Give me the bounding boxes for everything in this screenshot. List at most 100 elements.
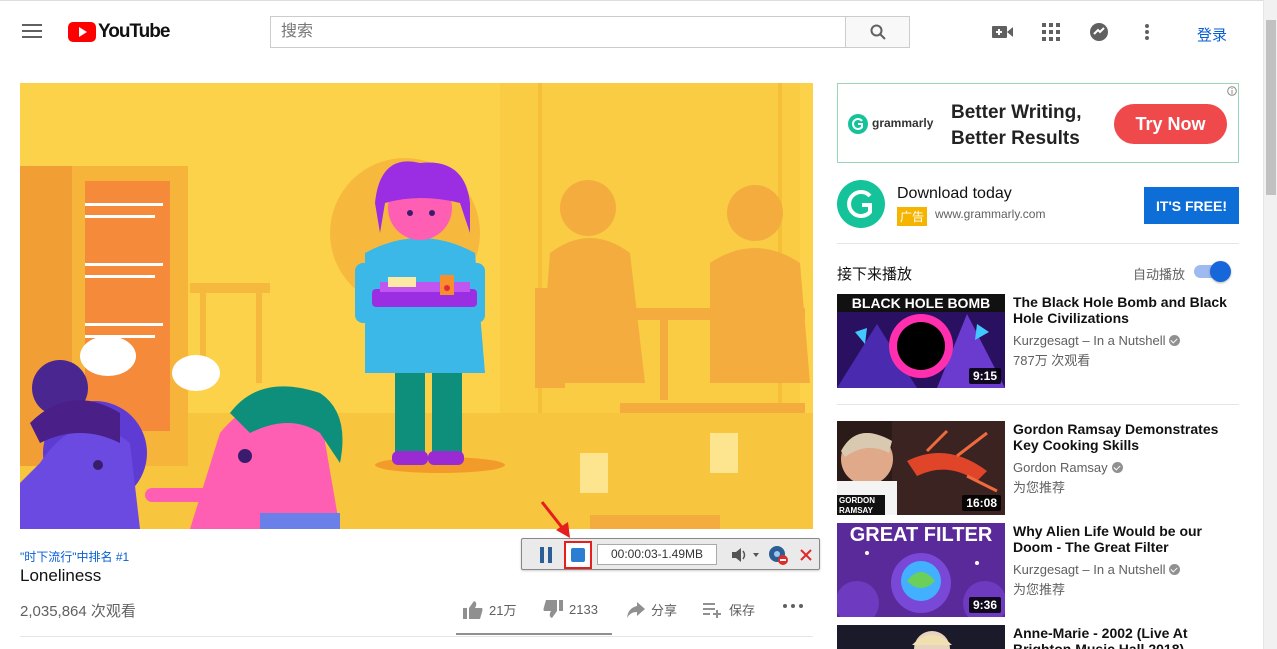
recommendation-meta: 787万 次观看 xyxy=(1013,353,1091,368)
video-thumbnail[interactable]: BLACK HOLE BOMB 9:15 xyxy=(837,294,1005,388)
like-count: 21万 xyxy=(489,603,517,618)
video-frame-illustration xyxy=(20,83,813,529)
scrollbar-thumb[interactable] xyxy=(1266,20,1276,195)
webcam-off-icon[interactable] xyxy=(767,544,789,566)
recording-timer: 00:00:03-1.49MB xyxy=(597,544,717,565)
sidebar-divider xyxy=(837,404,1239,405)
messages-icon[interactable] xyxy=(1088,21,1110,43)
video-thumbnail[interactable] xyxy=(837,625,1005,649)
video-duration: 9:36 xyxy=(968,597,1001,613)
its-free-button[interactable]: IT'S FREE! xyxy=(1144,187,1239,224)
ad-headline-line2: Better Results xyxy=(951,128,1080,149)
dislike-button[interactable]: 2133 xyxy=(543,600,598,618)
more-options-icon[interactable] xyxy=(1136,21,1158,43)
video-player[interactable] xyxy=(20,83,813,529)
up-next-label: 接下来播放 xyxy=(837,266,913,283)
ad-info-icon[interactable] xyxy=(1227,86,1237,96)
channel-name[interactable]: Gordon Ramsay xyxy=(1013,460,1123,475)
grammarly-ad-banner[interactable]: grammarly Better Writing, Better Results… xyxy=(837,83,1239,163)
channel-text: Kurzgesagt – In a Nutshell xyxy=(1013,562,1166,577)
like-button[interactable]: 21万 xyxy=(463,600,516,619)
apps-grid-icon[interactable] xyxy=(1040,21,1062,43)
thumbs-down-icon xyxy=(543,600,563,618)
recommendation-title[interactable]: The Black Hole Bomb and Black Hole Civil… xyxy=(1013,294,1233,326)
ad-headline: Better Writing, Better Results xyxy=(951,100,1082,152)
ad-headline-line1: Better Writing, xyxy=(951,102,1082,123)
promo-url: www.grammarly.com xyxy=(935,207,1046,221)
menu-icon[interactable] xyxy=(20,21,44,41)
pause-recording-button[interactable] xyxy=(536,546,556,564)
recommendation-title[interactable]: Anne-Marie - 2002 (Live At Brighton Musi… xyxy=(1013,625,1233,649)
recommendation-meta: 为您推荐 xyxy=(1013,582,1066,597)
recommendation-title[interactable]: Why Alien Life Would be our Doom - The G… xyxy=(1013,523,1233,555)
grammarly-logo-icon xyxy=(848,114,868,134)
save-button[interactable]: 保存 xyxy=(703,600,755,619)
sidebar-divider xyxy=(837,243,1239,244)
title-line-1: Gordon Ramsay Demonstrates xyxy=(1013,421,1219,437)
recommendation-title[interactable]: Gordon Ramsay Demonstrates Key Cooking S… xyxy=(1013,421,1233,453)
title-line-2: Brighton Music Hall 2018) xyxy=(1013,641,1185,649)
video-thumbnail[interactable]: GORDON RAMSAY 16:08 xyxy=(837,421,1005,515)
annotation-arrow xyxy=(540,501,570,538)
channel-name[interactable]: Kurzgesagt – In a Nutshell xyxy=(1013,562,1181,577)
search-icon xyxy=(870,24,886,40)
autoplay-toggle-knob[interactable] xyxy=(1210,261,1231,282)
channel-text: Gordon Ramsay xyxy=(1013,460,1108,475)
view-count: 2,035,864 次观看 xyxy=(20,603,136,620)
title-line-1: The Black Hole Bomb and Black xyxy=(1013,294,1227,310)
share-icon xyxy=(627,601,645,618)
share-button[interactable]: 分享 xyxy=(627,600,677,619)
share-label: 分享 xyxy=(651,603,678,618)
logo-text: YouTube xyxy=(98,21,170,42)
video-title: Loneliness xyxy=(20,566,102,585)
pause-icon xyxy=(540,547,552,563)
verified-icon xyxy=(1169,564,1181,575)
ad-brand-name: grammarly xyxy=(872,116,934,130)
add-to-playlist-icon xyxy=(703,602,721,618)
thumbnail-caption: GORDON RAMSAY xyxy=(837,495,885,515)
ad-badge: 广告 xyxy=(897,207,928,226)
trending-hashtag[interactable]: "时下流行"中排名 #1 xyxy=(20,548,129,565)
video-thumbnail[interactable]: GREAT FILTER 9:36 xyxy=(837,523,1005,617)
stop-recording-button[interactable] xyxy=(564,541,592,569)
page-scrollbar[interactable] xyxy=(1263,0,1277,649)
channel-text: Kurzgesagt – In a Nutshell xyxy=(1013,333,1166,348)
dislike-count: 2133 xyxy=(569,601,598,617)
login-button[interactable]: 登录 xyxy=(1197,24,1227,45)
more-horizontal-icon xyxy=(783,604,803,608)
verified-icon xyxy=(1169,335,1181,346)
screen-recorder-toolbar: 00:00:03-1.49MB xyxy=(521,538,820,570)
title-line-1: Why Alien Life Would be our xyxy=(1013,523,1202,539)
channel-name[interactable]: Kurzgesagt – In a Nutshell xyxy=(1013,333,1181,348)
thumbs-up-icon xyxy=(463,600,483,619)
ad-try-now-button[interactable]: Try Now xyxy=(1114,104,1227,144)
recommendation-item[interactable]: GREAT FILTER 9:36 Why Alien Life Would b… xyxy=(837,523,1239,617)
recommendation-item[interactable]: BLACK HOLE BOMB 9:15 The Black Hole Bomb… xyxy=(837,294,1239,388)
speaker-icon xyxy=(732,548,759,562)
info-divider xyxy=(20,636,813,637)
verified-icon xyxy=(1111,462,1123,473)
top-bar: YouTube 登录 xyxy=(0,0,1263,60)
recommendation-item[interactable]: GORDON RAMSAY 16:08 Gordon Ramsay Demons… xyxy=(837,421,1239,515)
video-duration: 9:15 xyxy=(968,368,1001,384)
promo-title[interactable]: Download today xyxy=(897,185,1012,203)
more-actions-button[interactable] xyxy=(783,604,803,608)
autoplay-label: 自动播放 xyxy=(1133,267,1186,282)
save-label: 保存 xyxy=(729,603,756,618)
title-line-2: Doom - The Great Filter xyxy=(1013,539,1169,555)
sentiment-bar xyxy=(456,633,612,635)
title-line-1: Anne-Marie - 2002 (Live At xyxy=(1013,625,1188,641)
youtube-logo[interactable]: YouTube xyxy=(68,21,170,43)
volume-dropdown[interactable] xyxy=(729,546,763,564)
thumbnail-caption: GREAT FILTER xyxy=(849,524,993,546)
create-video-icon[interactable] xyxy=(992,21,1014,43)
recommendation-meta: 为您推荐 xyxy=(1013,480,1066,495)
stop-icon xyxy=(571,548,585,562)
youtube-play-icon xyxy=(68,22,96,42)
search-input[interactable] xyxy=(270,16,846,48)
grammarly-app-icon[interactable] xyxy=(837,180,885,228)
title-line-2: Hole Civilizations xyxy=(1013,310,1129,326)
close-recorder-icon[interactable] xyxy=(797,546,815,564)
recommendation-item[interactable]: Anne-Marie - 2002 (Live At Brighton Musi… xyxy=(837,625,1239,649)
search-button[interactable] xyxy=(845,16,910,48)
